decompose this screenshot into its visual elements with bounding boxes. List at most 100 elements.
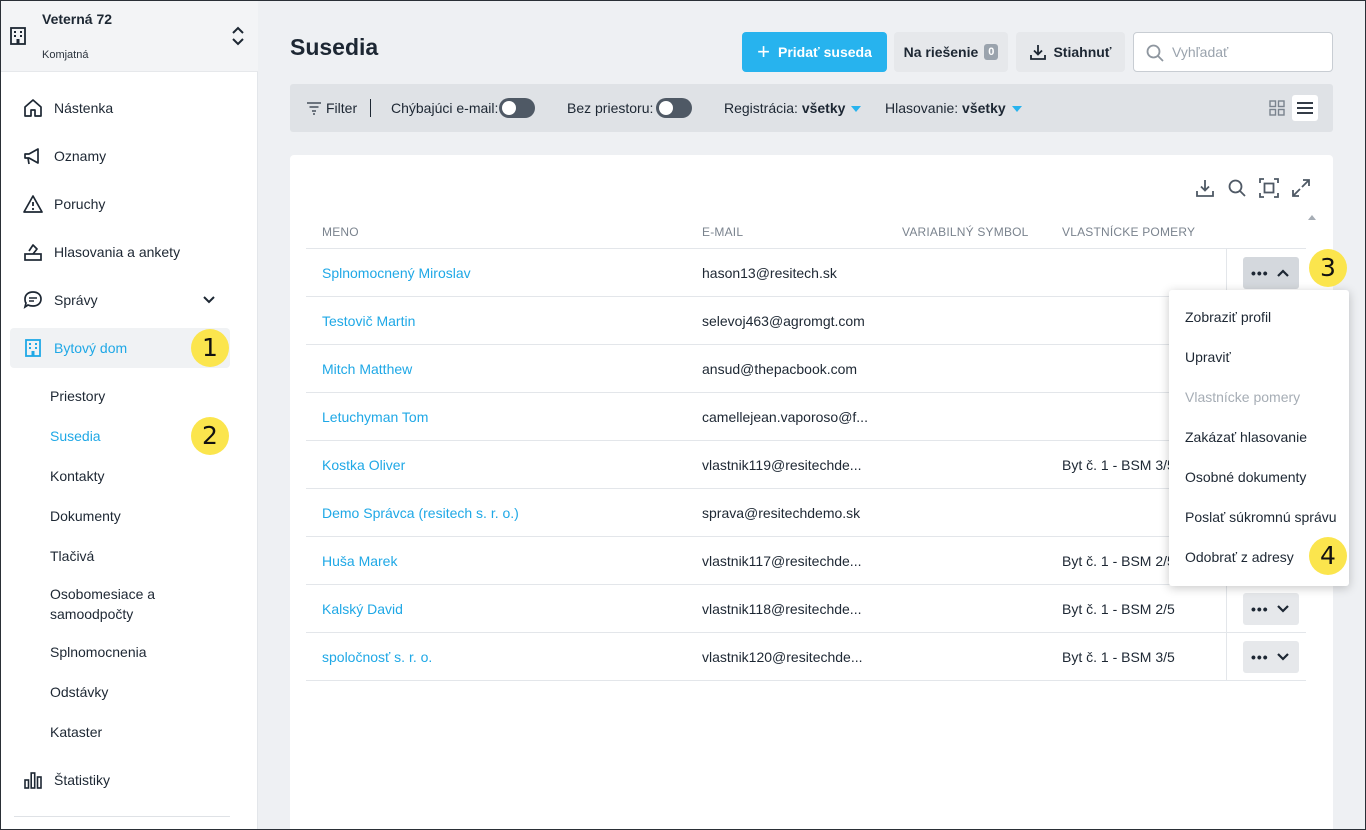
- no-space-toggle[interactable]: [656, 98, 692, 118]
- voting-filter[interactable]: Hlasovanie: všetky: [885, 99, 1022, 117]
- row-divider: [306, 584, 1306, 585]
- search-input[interactable]: [1172, 42, 1322, 62]
- sidebar-item-poruchy[interactable]: Poruchy: [10, 184, 230, 224]
- registration-label: Registrácia:: [724, 100, 798, 116]
- neighbor-name-link[interactable]: Mitch Matthew: [322, 360, 412, 378]
- caret-down-icon: [851, 106, 862, 113]
- chevron-down-icon: [1277, 605, 1289, 613]
- filter-bar: Filter Chýbajúci e-mail: Bez priestoru: …: [290, 84, 1333, 132]
- export-icon[interactable]: [1195, 178, 1215, 198]
- table-search-icon[interactable]: [1227, 178, 1247, 198]
- neighbor-ownership: Byt č. 1 - BSM 2/5: [1062, 553, 1175, 569]
- menu-item-send-private-message[interactable]: Poslať súkromnú správu: [1185, 508, 1337, 526]
- search-box[interactable]: [1133, 32, 1333, 72]
- column-header-variable-symbol[interactable]: VARIABILNÝ SYMBOL: [902, 225, 1029, 239]
- neighbor-name-link[interactable]: Kostka Oliver: [322, 456, 405, 474]
- sort-up-icon[interactable]: [1308, 215, 1316, 220]
- fullscreen-icon[interactable]: [1291, 178, 1311, 198]
- grid-icon: [1269, 100, 1285, 116]
- registration-value: všetky: [801, 100, 846, 116]
- subnav-item-tlaciva[interactable]: Tlačivá: [50, 546, 230, 566]
- sidebar-item-label: Oznamy: [54, 148, 107, 164]
- to-solve-button[interactable]: Na riešenie 0: [894, 32, 1008, 72]
- neighbor-email: vlastnik118@resitechde...: [702, 601, 862, 617]
- download-label: Stiahnuť: [1053, 44, 1112, 60]
- menu-item-edit[interactable]: Upraviť: [1185, 348, 1231, 366]
- neighbor-name-link[interactable]: Letuchyman Tom: [322, 408, 428, 426]
- action-column-divider: [1226, 633, 1227, 681]
- sidebar-item-label: Hlasovania a ankety: [54, 244, 181, 260]
- subnav-item-osobomesiace[interactable]: Osobomesiace a samoodpočty: [50, 584, 180, 624]
- row-divider: [306, 632, 1306, 633]
- chat-icon: [23, 291, 42, 309]
- switch-chevron-icon[interactable]: [230, 26, 246, 46]
- sidebar-item-label: Poruchy: [54, 196, 106, 212]
- menu-item-view-profile[interactable]: Zobraziť profil: [1185, 308, 1271, 326]
- sidebar-item-hlasovania[interactable]: Hlasovania a ankety: [10, 232, 230, 272]
- download-button[interactable]: Stiahnuť: [1016, 32, 1125, 72]
- sidebar-item-label: Nástenka: [54, 100, 114, 116]
- subnav-item-splnomocnenia[interactable]: Splnomocnenia: [50, 642, 230, 662]
- list-icon: [1297, 102, 1313, 114]
- sidebar: Veterná 72 Komjatná Nástenka Oznamy Poru…: [0, 0, 258, 830]
- neighbor-email: hason13@resitech.sk: [702, 265, 837, 281]
- row-divider: [306, 680, 1306, 681]
- sidebar-item-label: Bytový dom: [54, 340, 128, 356]
- building-icon: [25, 339, 41, 357]
- menu-item-disable-voting[interactable]: Zakázať hlasovanie: [1185, 428, 1307, 446]
- subnav-item-priestory[interactable]: Priestory: [50, 386, 230, 406]
- column-header-email[interactable]: E-MAIL: [702, 225, 743, 239]
- neighbor-name-link[interactable]: Testovič Martin: [322, 312, 415, 330]
- subnav-item-kataster[interactable]: Kataster: [50, 722, 230, 742]
- to-solve-label: Na riešenie: [903, 44, 979, 60]
- step-marker-3: 3: [1309, 249, 1347, 287]
- row-divider: [306, 344, 1306, 345]
- page-title: Susedia: [290, 34, 379, 60]
- row-divider: [306, 440, 1306, 441]
- subnav-item-dokumenty[interactable]: Dokumenty: [50, 506, 230, 526]
- home-icon: [24, 99, 42, 117]
- row-actions-button[interactable]: •••: [1243, 641, 1299, 673]
- row-actions-button[interactable]: •••: [1243, 593, 1299, 625]
- more-icon: •••: [1251, 649, 1269, 665]
- missing-email-toggle[interactable]: [499, 98, 535, 118]
- no-space-label: Bez priestoru:: [567, 100, 654, 116]
- action-column-divider: [1226, 585, 1227, 633]
- sidebar-item-nastenka[interactable]: Nástenka: [10, 88, 230, 128]
- neighbor-name-link[interactable]: spoločnosť s. r. o.: [322, 648, 432, 666]
- list-view-toggle[interactable]: [1292, 95, 1318, 121]
- subnav-item-odstavky[interactable]: Odstávky: [50, 682, 230, 702]
- plus-icon: +: [757, 39, 770, 64]
- neighbor-name-link[interactable]: Kalský David: [322, 600, 403, 618]
- chart-icon: [24, 772, 42, 789]
- menu-item-personal-documents[interactable]: Osobné dokumenty: [1185, 468, 1306, 486]
- add-neighbor-label: Pridať suseda: [778, 44, 872, 60]
- more-icon: •••: [1251, 601, 1269, 617]
- sidebar-item-label: Štatistiky: [54, 772, 111, 788]
- building-name: Veterná 72: [42, 11, 113, 27]
- subnav-item-kontakty[interactable]: Kontakty: [50, 466, 230, 486]
- sidebar-item-spravy[interactable]: Správy: [10, 280, 230, 320]
- menu-item-ownership: Vlastnícke pomery: [1185, 389, 1301, 405]
- add-neighbor-button[interactable]: + Pridať suseda: [742, 32, 887, 72]
- neighbor-name-link[interactable]: Splnomocnený Miroslav: [322, 264, 471, 282]
- neighbor-name-link[interactable]: Demo Správca (resitech s. r. o.): [322, 504, 519, 522]
- row-actions-button[interactable]: •••: [1243, 257, 1299, 289]
- column-header-ownership[interactable]: VLASTNÍCKE POMERY: [1062, 225, 1195, 239]
- building-switcher[interactable]: Veterná 72 Komjatná: [0, 0, 258, 72]
- menu-item-remove-from-address[interactable]: Odobrať z adresy: [1185, 548, 1294, 566]
- megaphone-icon: [24, 148, 39, 165]
- grid-view-toggle[interactable]: [1264, 95, 1290, 121]
- row-divider: [306, 392, 1306, 393]
- neighbor-name-link[interactable]: Huša Marek: [322, 552, 397, 570]
- density-icon[interactable]: [1259, 178, 1279, 198]
- sidebar-item-statistiky[interactable]: Štatistiky: [10, 760, 230, 800]
- step-marker-1: 1: [191, 329, 229, 367]
- filter-button[interactable]: Filter: [326, 99, 357, 117]
- row-divider: [306, 296, 1306, 297]
- column-header-name[interactable]: MENO: [322, 225, 359, 239]
- neighbor-ownership: Byt č. 1 - BSM 2/5: [1062, 601, 1175, 617]
- registration-filter[interactable]: Registrácia: všetky: [724, 99, 862, 117]
- voting-label: Hlasovanie:: [885, 100, 959, 116]
- sidebar-item-oznamy[interactable]: Oznamy: [10, 136, 230, 176]
